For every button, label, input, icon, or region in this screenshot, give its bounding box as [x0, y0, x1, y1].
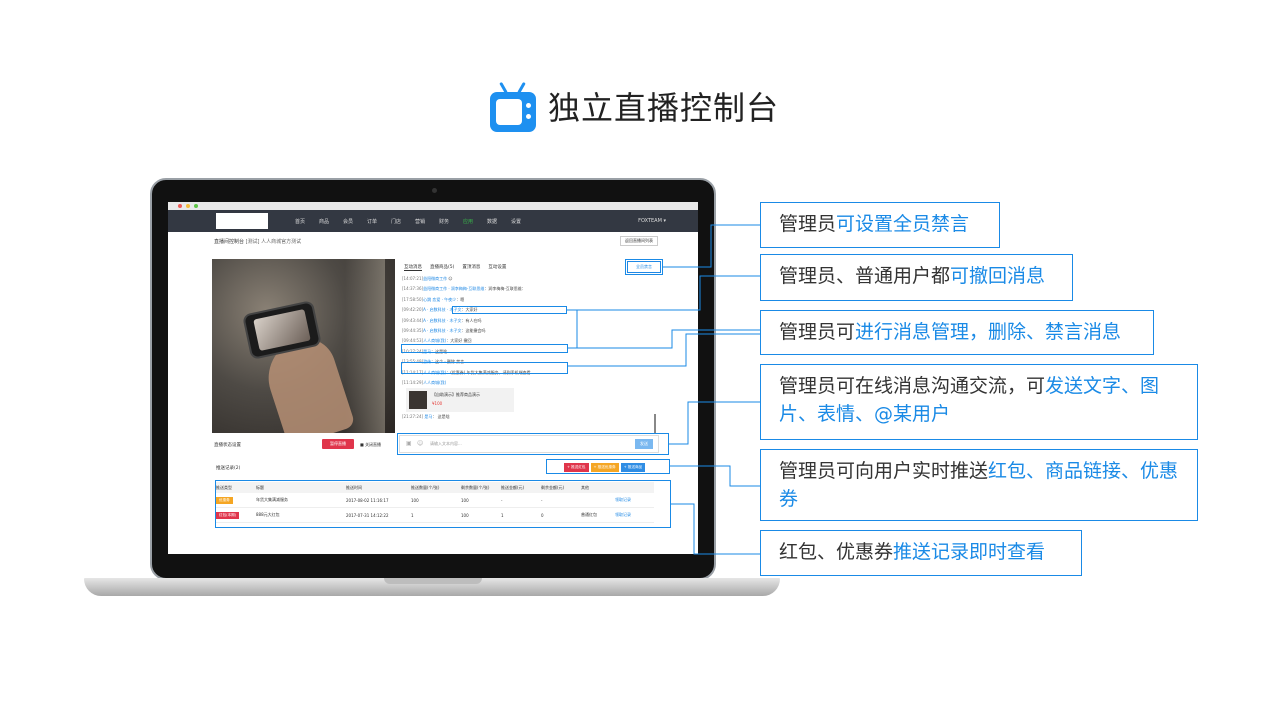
callout-push: 管理员可向用户实时推送红包、商品链接、优惠券	[760, 449, 1198, 521]
callout-recall: 管理员、普通用户都可撤回消息	[760, 254, 1073, 301]
callout-records: 红包、优惠券推送记录即时查看	[760, 530, 1082, 576]
connector-lines	[567, 224, 760, 555]
callout-message-manage: 管理员可进行消息管理，删除、禁言消息	[760, 310, 1154, 355]
callout-chat: 管理员可在线消息沟通交流，可发送文字、图片、表情、@某用户	[760, 364, 1198, 440]
callout-ban-all: 管理员可设置全员禁言	[760, 202, 1000, 248]
